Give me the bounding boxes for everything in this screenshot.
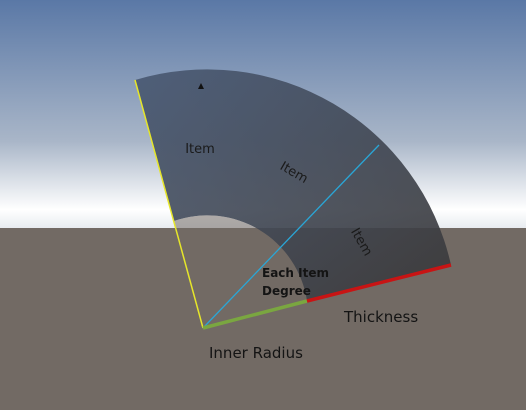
radial-menu-diagram: Item Item Item Each Item Degree Thicknes… (0, 0, 526, 410)
diagram-canvas: Item Item Item Each Item Degree Thicknes… (0, 0, 526, 410)
item-label-1: Item (185, 142, 215, 157)
each-item-degree-label-line-2: Degree (262, 284, 311, 298)
thickness-label: Thickness (343, 308, 418, 326)
each-item-degree-label-line-1: Each Item (262, 266, 329, 280)
inner-radius-label: Inner Radius (209, 344, 303, 362)
